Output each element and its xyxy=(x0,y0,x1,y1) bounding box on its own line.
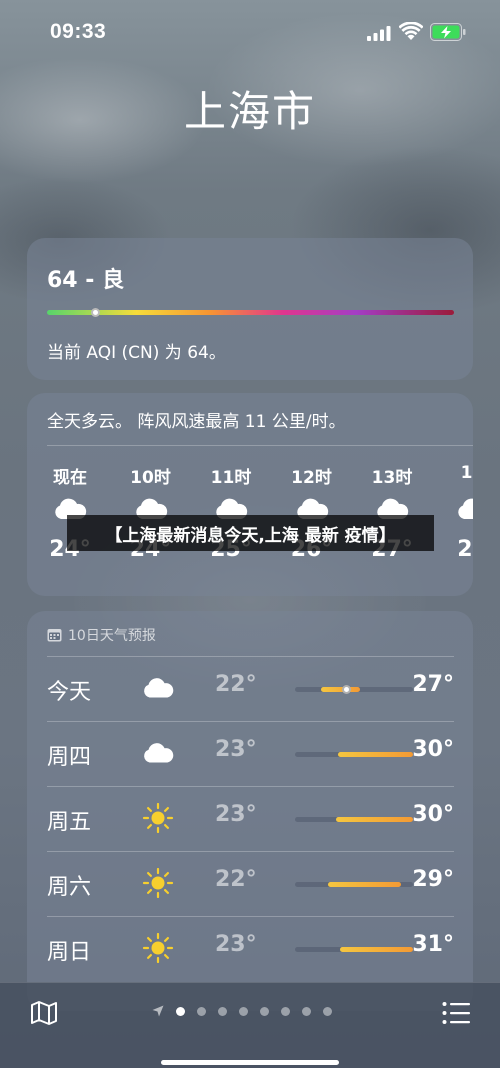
forecast-row[interactable]: 周六 22° 29° xyxy=(47,851,454,916)
page-indicator[interactable] xyxy=(152,1005,332,1017)
aqi-indicator-dot xyxy=(91,308,101,317)
divider xyxy=(47,721,454,722)
page-dot[interactable] xyxy=(260,1006,269,1016)
aqi-scale-bar xyxy=(47,308,454,317)
temperature-range-fill xyxy=(337,752,413,757)
low-temperature: 22° xyxy=(215,867,257,892)
forecast-row[interactable]: 今天 22° 27° xyxy=(47,656,454,721)
cloud-icon xyxy=(141,738,175,768)
page-dot[interactable] xyxy=(218,1006,227,1016)
low-temperature: 23° xyxy=(215,802,257,827)
temperature-range-fill xyxy=(336,817,413,822)
day-name: 周日 xyxy=(47,940,92,965)
sun-icon xyxy=(141,802,175,834)
low-temperature: 23° xyxy=(215,932,257,957)
page-dot[interactable] xyxy=(197,1006,206,1016)
divider xyxy=(47,851,454,852)
temperature-range-bar xyxy=(295,947,413,952)
divider xyxy=(47,656,454,657)
divider xyxy=(47,445,473,446)
cloud-icon xyxy=(141,673,175,703)
page-dot[interactable] xyxy=(239,1006,248,1016)
page-dot[interactable] xyxy=(323,1006,332,1016)
wifi-icon xyxy=(399,22,423,40)
hour-label: 现在 xyxy=(53,468,87,488)
high-temperature: 30° xyxy=(412,737,454,762)
cloud-icon xyxy=(455,497,473,521)
hour-label: 13时 xyxy=(371,468,413,488)
city-list-icon[interactable] xyxy=(442,1001,470,1025)
home-indicator[interactable] xyxy=(161,1060,339,1065)
aqi-value: 64 - 良 xyxy=(47,268,125,293)
map-icon[interactable] xyxy=(30,999,58,1027)
hour-temperature: 27 xyxy=(457,537,473,562)
high-temperature: 31° xyxy=(412,932,454,957)
status-time: 09:33 xyxy=(50,20,107,43)
hourly-item: 14 27 xyxy=(433,463,473,562)
day-name: 周六 xyxy=(47,875,92,900)
battery-charging-icon xyxy=(430,23,466,41)
temperature-range-fill xyxy=(339,947,413,952)
page-dot[interactable] xyxy=(176,1006,185,1016)
temperature-range-fill xyxy=(321,687,360,692)
sun-icon xyxy=(141,867,175,899)
forecast-row[interactable]: 周五 23° 30° xyxy=(47,786,454,851)
temperature-range-bar xyxy=(295,752,413,757)
low-temperature: 22° xyxy=(215,672,257,697)
day-name: 今天 xyxy=(47,680,92,705)
bottom-toolbar xyxy=(0,982,500,1068)
temperature-range-fill xyxy=(328,882,402,887)
high-temperature: 29° xyxy=(412,867,454,892)
hour-label: 12时 xyxy=(291,468,332,488)
forecast-header-label: 10日天气预报 xyxy=(68,628,156,644)
hourly-forecast-card[interactable]: 全天多云。 阵风风速最高 11 公里/时。 现在24°10时24°11时25°1… xyxy=(27,393,473,596)
day-name: 周四 xyxy=(47,745,92,770)
hour-label: 10时 xyxy=(130,468,171,488)
page-dot[interactable] xyxy=(281,1006,290,1016)
hour-label: 11时 xyxy=(210,468,252,488)
sun-icon xyxy=(141,932,175,964)
day-name: 周五 xyxy=(47,810,92,835)
location-arrow-icon xyxy=(152,1005,164,1017)
high-temperature: 30° xyxy=(412,802,454,827)
current-temp-dot xyxy=(342,685,352,694)
divider xyxy=(47,916,454,917)
forecast-header: 10日天气预报 xyxy=(47,625,156,645)
forecast-row[interactable]: 周四 23° 30° xyxy=(47,721,454,786)
page-dot[interactable] xyxy=(302,1006,311,1016)
city-name: 上海市 xyxy=(183,87,316,136)
cellular-signal-icon xyxy=(367,26,391,41)
temperature-range-bar xyxy=(295,685,413,694)
overlay-headline-banner: 【上海最新消息今天,上海 最新 疫情】 xyxy=(67,515,434,551)
temperature-range-bar xyxy=(295,817,413,822)
divider xyxy=(47,786,454,787)
ten-day-forecast-card[interactable]: 10日天气预报 今天 22° 27° 周四 23° 30° 周五 23° 30° 周六 22° 29°… xyxy=(27,611,473,1011)
status-bar: 09:33 xyxy=(0,0,500,66)
air-quality-card[interactable]: 64 - 良 当前 AQI (CN) 为 64。 xyxy=(27,238,473,380)
high-temperature: 27° xyxy=(412,672,454,697)
aqi-description: 当前 AQI (CN) 为 64。 xyxy=(47,343,226,363)
forecast-row[interactable]: 周日 23° 31° xyxy=(47,916,454,981)
hour-label: 14 xyxy=(460,463,473,483)
calendar-icon xyxy=(47,629,62,642)
temperature-range-bar xyxy=(295,882,413,887)
low-temperature: 23° xyxy=(215,737,257,762)
hourly-summary: 全天多云。 阵风风速最高 11 公里/时。 xyxy=(47,412,346,432)
